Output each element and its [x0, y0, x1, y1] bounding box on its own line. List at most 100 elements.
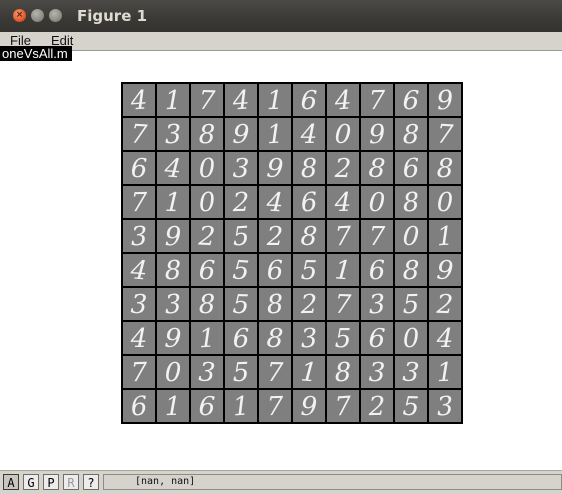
digit-tile: 9: [157, 322, 189, 354]
digit-glyph: 1: [266, 120, 284, 151]
digit-tile: 5: [225, 220, 257, 252]
digit-tile: 3: [157, 118, 189, 150]
digit-tile: 0: [191, 186, 223, 219]
digit-tile: 8: [293, 220, 325, 252]
digit-glyph: 3: [130, 222, 148, 253]
digit-glyph: 5: [335, 324, 352, 354]
digit-tile: 4: [259, 186, 291, 218]
digit-tile: 6: [191, 390, 223, 422]
digit-glyph: 3: [164, 120, 182, 151]
digit-glyph: 6: [198, 256, 215, 286]
digit-glyph: 6: [266, 256, 284, 287]
digit-glyph: 4: [130, 324, 148, 354]
digit-tile: 2: [293, 288, 325, 320]
digit-tile: 7: [327, 390, 359, 423]
digit-tile: 4: [123, 84, 155, 117]
digit-glyph: 1: [232, 391, 251, 422]
close-icon[interactable]: ×: [13, 9, 26, 22]
digit-glyph: 1: [164, 188, 182, 219]
digit-glyph: 8: [436, 154, 453, 184]
digit-tile: 5: [225, 288, 257, 320]
digit-glyph: 6: [130, 154, 147, 184]
digit-tile: 9: [429, 254, 461, 287]
digit-tile: 4: [123, 322, 155, 354]
digit-glyph: 7: [130, 120, 149, 151]
digit-glyph: 6: [198, 392, 216, 423]
digit-tile: 1: [157, 84, 189, 116]
digit-glyph: 6: [402, 154, 420, 185]
digit-tile: 4: [157, 152, 189, 185]
digit-tile: 1: [157, 390, 189, 422]
digit-tile: 8: [327, 356, 359, 388]
digit-tile: 2: [361, 390, 393, 422]
digit-tile: 1: [191, 322, 223, 354]
digit-tile: 1: [429, 356, 461, 388]
digit-tile: 0: [395, 322, 427, 354]
digit-tile: 5: [327, 322, 359, 354]
digit-tile: 7: [429, 118, 461, 150]
digit-glyph: 8: [164, 256, 182, 287]
digit-glyph: 3: [164, 289, 183, 320]
digit-tile: 9: [225, 118, 257, 150]
digit-tile: 7: [123, 356, 155, 388]
digit-glyph: 8: [300, 222, 318, 253]
coordinate-readout: [nan, nan]: [103, 474, 562, 490]
digit-glyph: 0: [164, 358, 181, 388]
digit-glyph: 9: [436, 255, 455, 286]
digit-glyph: 4: [129, 255, 149, 286]
digit-glyph: 0: [436, 188, 453, 218]
digit-glyph: 1: [334, 255, 353, 286]
digit-tile: 5: [395, 390, 427, 422]
digit-glyph: 1: [198, 324, 216, 355]
digit-glyph: 5: [402, 290, 419, 320]
digit-glyph: 2: [231, 188, 249, 218]
digit-glyph: 7: [334, 222, 353, 253]
digit-tile: 1: [259, 118, 291, 150]
tooltip: oneVsAll.m: [0, 46, 72, 61]
digit-glyph: 4: [300, 120, 318, 150]
digit-glyph: 4: [333, 85, 353, 116]
digit-glyph: 7: [266, 358, 284, 388]
digit-glyph: 1: [436, 222, 454, 253]
rotate-button[interactable]: R: [63, 474, 79, 490]
digit-tile: 7: [327, 288, 359, 320]
digit-tile: 8: [395, 254, 427, 286]
digit-tile: 3: [293, 322, 325, 354]
maximize-icon[interactable]: [49, 9, 62, 22]
digit-tile: 7: [123, 118, 155, 150]
digit-glyph: 0: [368, 188, 386, 219]
digit-tile: 9: [293, 390, 325, 422]
digit-tile: 5: [225, 254, 257, 287]
digit-tile: 4: [429, 322, 461, 354]
digit-tile: 6: [395, 152, 427, 184]
digit-tile: 9: [429, 84, 461, 117]
digit-tile: 6: [293, 186, 325, 219]
digit-glyph: 6: [368, 324, 386, 355]
digit-tile: 0: [429, 186, 461, 218]
digit-glyph: 4: [129, 85, 149, 116]
grid-toggle-button[interactable]: G: [23, 474, 39, 490]
digit-glyph: 6: [368, 256, 386, 287]
print-button[interactable]: P: [43, 474, 59, 490]
digit-image-axes: 4174164769738914098764039828687102464080…: [121, 82, 463, 424]
digit-tile: 1: [225, 390, 257, 423]
digit-glyph: 9: [165, 222, 182, 252]
digit-tile: 5: [225, 356, 257, 388]
digit-tile: 7: [123, 186, 155, 218]
minimize-icon[interactable]: [31, 9, 44, 22]
digit-tile: 2: [429, 288, 461, 320]
digit-tile: 8: [259, 322, 291, 354]
digit-tile: 8: [191, 288, 223, 320]
digit-glyph: 7: [130, 188, 148, 218]
digit-glyph: 7: [334, 290, 352, 321]
digit-tile: 3: [225, 152, 257, 184]
digit-glyph: 9: [368, 120, 386, 151]
digit-glyph: 6: [233, 324, 250, 354]
help-button[interactable]: ?: [83, 474, 99, 490]
digit-glyph: 9: [436, 85, 455, 116]
digit-glyph: 6: [300, 86, 318, 117]
digit-tile: 1: [293, 356, 325, 389]
digit-tile: 1: [327, 254, 359, 287]
digit-glyph: 8: [334, 358, 352, 389]
autoscale-button[interactable]: A: [3, 474, 19, 490]
